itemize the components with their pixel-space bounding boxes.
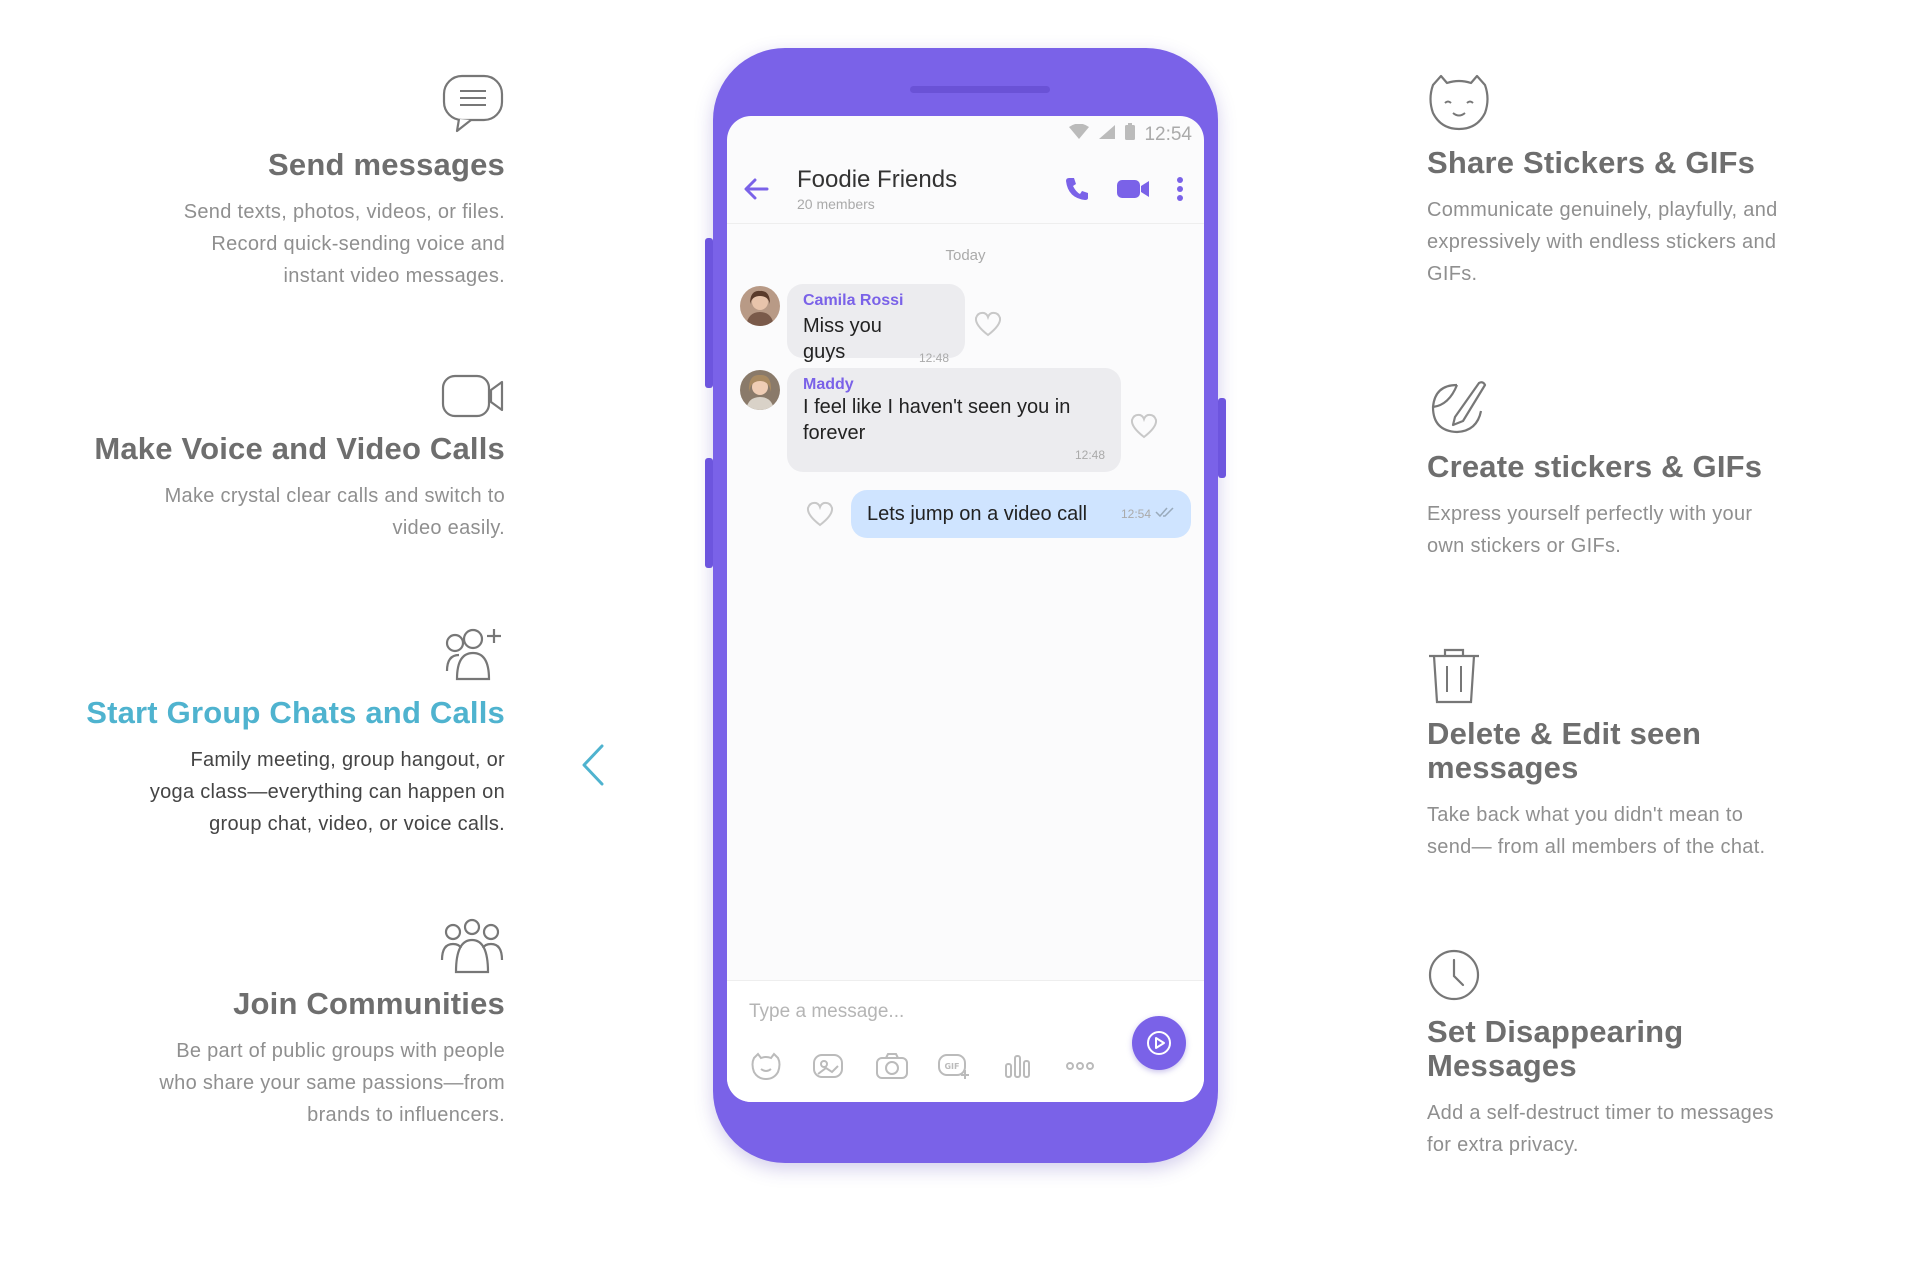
chat-bubble-icon xyxy=(441,73,505,135)
like-heart-icon[interactable] xyxy=(1129,412,1159,440)
read-receipt-icon xyxy=(1155,505,1175,523)
incoming-message[interactable]: Camila Rossi Miss you guys 12:48 xyxy=(787,284,965,365)
community-icon xyxy=(439,918,505,974)
sticker-bear-icon xyxy=(1427,73,1491,133)
phone-side-button xyxy=(705,458,713,568)
feature-description: Express yourself perfectly with your own… xyxy=(1427,503,1753,558)
message-time: 12:54 xyxy=(1120,507,1151,521)
chat-title-block[interactable]: Foodie Friends 20 members xyxy=(797,166,1040,212)
like-heart-icon[interactable] xyxy=(973,310,1003,338)
gallery-icon[interactable] xyxy=(809,1049,847,1083)
battery-icon xyxy=(1124,123,1136,147)
feature-title: Delete & Edit seen messages xyxy=(1427,716,1702,786)
phone-side-button xyxy=(705,238,713,388)
signal-icon xyxy=(1098,124,1116,146)
message-list: Today Camila Rossi Miss you guys 12:48 M xyxy=(727,224,1204,984)
sender-name: Camila Rossi xyxy=(803,292,904,309)
message-text: Miss you guys xyxy=(803,315,882,363)
svg-text:GIF: GIF xyxy=(944,1062,959,1071)
message-time: 12:48 xyxy=(918,351,949,365)
add-group-icon xyxy=(441,627,505,683)
more-icon[interactable] xyxy=(1061,1049,1099,1083)
feature-description: Add a self-destruct timer to messages fo… xyxy=(1427,1102,1774,1157)
phone-call-icon[interactable] xyxy=(1058,170,1096,208)
feature-title: Make Voice and Video Calls xyxy=(94,431,505,466)
sender-name: Maddy xyxy=(803,376,854,393)
phone-screen: 12:54 Foodie Friends 20 members Today Ca… xyxy=(727,116,1204,1102)
more-options-icon[interactable] xyxy=(1170,170,1190,208)
feature-share-stickers[interactable]: Share Stickers & GIFs Communicate genuin… xyxy=(1427,73,1827,290)
feature-send-messages[interactable]: Send messages Send texts, photos, videos… xyxy=(85,73,505,292)
message-text: I feel like I haven't seen you in foreve… xyxy=(803,396,1071,444)
phone-speaker xyxy=(910,86,1050,93)
day-separator: Today xyxy=(945,247,986,264)
video-call-icon[interactable] xyxy=(1114,170,1152,208)
feature-description: Family meeting, group hangout, or yoga c… xyxy=(149,749,505,836)
feature-group-chats-calls[interactable]: Start Group Chats and Calls Family meeti… xyxy=(85,627,505,840)
message-composer: GIF xyxy=(727,980,1204,1102)
feature-description: Make crystal clear calls and switch to v… xyxy=(164,485,505,540)
chat-header: Foodie Friends 20 members xyxy=(727,154,1204,224)
phone-side-button xyxy=(1218,398,1226,478)
feature-title: Create stickers & GIFs xyxy=(1427,449,1763,484)
wifi-icon xyxy=(1068,123,1090,146)
feature-description: Send texts, photos, videos, or files. Re… xyxy=(183,201,505,288)
sticker-pen-icon xyxy=(1427,377,1491,437)
video-camera-icon xyxy=(441,373,505,419)
trash-icon xyxy=(1427,648,1481,704)
timer-clock-icon xyxy=(1427,948,1481,1002)
like-heart-icon[interactable] xyxy=(805,500,835,528)
send-voice-button[interactable] xyxy=(1132,1016,1186,1070)
status-bar: 12:54 xyxy=(727,116,1204,154)
sticker-icon[interactable] xyxy=(747,1049,785,1083)
feature-title: Set Disappearing Messages xyxy=(1427,1014,1684,1084)
feature-disappearing-messages[interactable]: Set Disappearing Messages Add a self-des… xyxy=(1427,948,1827,1161)
message-text: Lets jump on a video call xyxy=(867,503,1088,525)
feature-description: Be part of public groups with people who… xyxy=(159,1040,505,1127)
message-time: 12:48 xyxy=(1074,448,1105,462)
feature-delete-edit[interactable]: Delete & Edit seen messages Take back wh… xyxy=(1427,648,1827,863)
camera-icon[interactable] xyxy=(873,1049,911,1083)
outgoing-message[interactable]: Lets jump on a video call 12:54 xyxy=(851,490,1191,538)
avatar[interactable] xyxy=(740,286,780,326)
feature-voice-video-calls[interactable]: Make Voice and Video Calls Make crystal … xyxy=(85,373,505,544)
message-input[interactable] xyxy=(749,1001,1089,1023)
feature-description: Communicate genuinely, playfully, and ex… xyxy=(1427,199,1778,286)
incoming-message[interactable]: Maddy I feel like I haven't seen you in … xyxy=(787,368,1121,472)
status-time: 12:54 xyxy=(1144,124,1192,145)
chat-name: Foodie Friends xyxy=(797,165,958,193)
previous-arrow-icon[interactable] xyxy=(578,740,608,790)
back-arrow-icon[interactable] xyxy=(741,172,775,206)
phone-mockup: 12:54 Foodie Friends 20 members Today Ca… xyxy=(705,48,1226,1163)
feature-title: Join Communities xyxy=(233,986,505,1021)
feature-description: Take back what you didn't mean to send— … xyxy=(1427,804,1766,859)
feature-title: Start Group Chats and Calls xyxy=(86,695,505,730)
poll-icon[interactable] xyxy=(999,1049,1037,1083)
feature-title: Share Stickers & GIFs xyxy=(1427,145,1756,180)
feature-create-stickers[interactable]: Create stickers & GIFs Express yourself … xyxy=(1427,377,1827,562)
feature-title: Send messages xyxy=(268,147,505,182)
feature-join-communities[interactable]: Join Communities Be part of public group… xyxy=(85,918,505,1131)
chat-member-count: 20 members xyxy=(797,195,875,212)
gif-icon[interactable]: GIF xyxy=(935,1049,973,1083)
avatar[interactable] xyxy=(740,370,780,410)
